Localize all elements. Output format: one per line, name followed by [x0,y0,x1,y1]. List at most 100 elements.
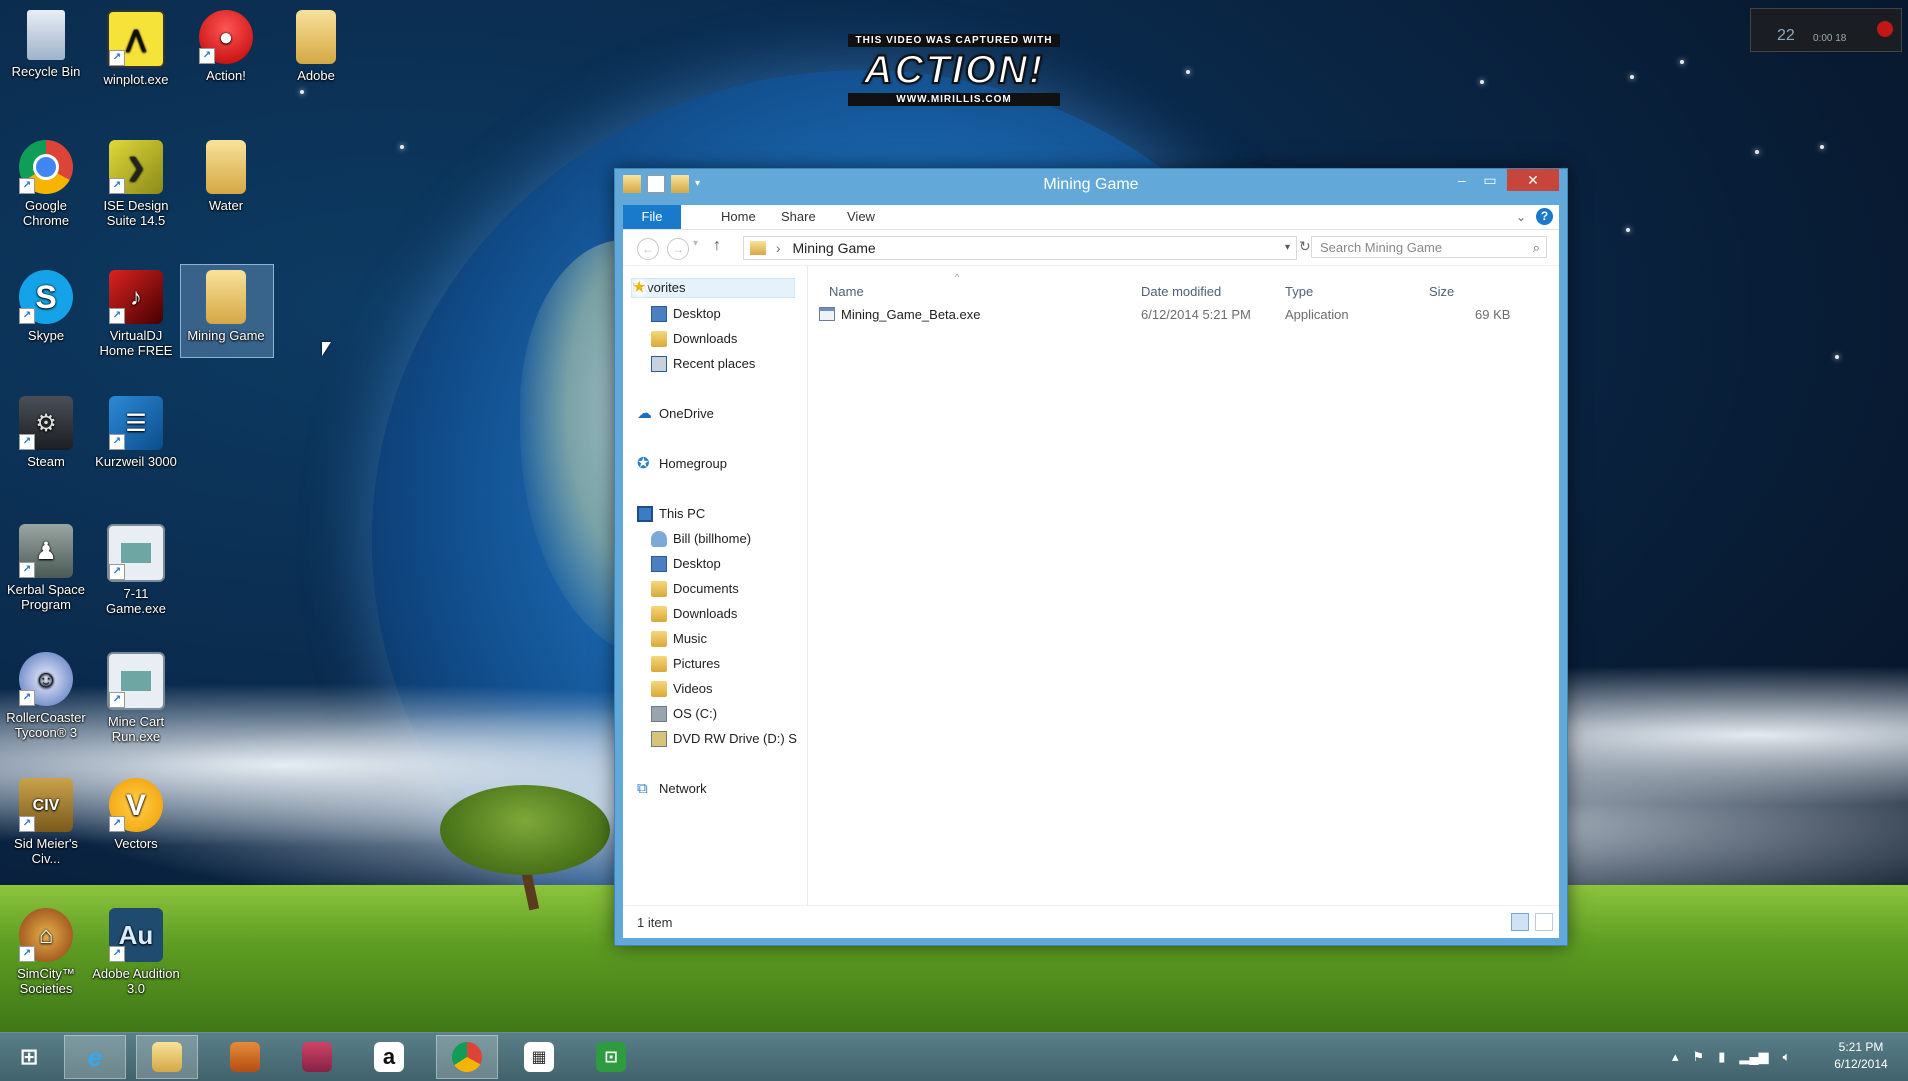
winplot-icon: ⋀ ↗ [107,10,165,68]
nav-item-downloads[interactable]: Downloads [651,329,737,349]
nav-item-dvd-drive[interactable]: DVD RW Drive (D:) S [651,729,807,749]
folder-icon [206,270,246,324]
taskbar-chrome[interactable] [436,1035,498,1079]
taskbar-amazon[interactable]: a [358,1035,420,1079]
desktop-icon-mining-game[interactable]: Mining Game [180,264,274,358]
desktop-icon-ise-design-suite[interactable]: ❯ ↗ ISE Design Suite 14.5 [92,140,180,228]
volume-icon[interactable]: 🔈︎ [1783,1049,1791,1065]
back-button[interactable]: ← [637,238,659,260]
desktop-icon-kerbal[interactable]: ♟ ↗ Kerbal Space Program [2,524,90,612]
nav-item-user[interactable]: Bill (billhome) [651,529,751,549]
breadcrumb-current[interactable]: Mining Game [792,240,875,256]
downloads-folder-icon [651,331,667,347]
nav-item-documents[interactable]: Documents [651,579,739,599]
tab-share[interactable]: Share [767,205,830,229]
desktop-icon-google-chrome[interactable]: ↗ Google Chrome [2,140,90,228]
search-icon[interactable]: ⌕ [1533,237,1540,259]
address-bar[interactable]: › Mining Game ▾ [743,236,1297,260]
file-list-pane: ^ Name Date modified Type Size Mining_Ga… [807,266,1559,906]
taskbar-store[interactable]: ⊡ [580,1035,642,1079]
column-header-type[interactable]: Type [1285,284,1313,299]
item-count: 1 item [637,915,673,930]
desktop-icon-adobe[interactable]: Adobe [272,10,360,83]
amazon-icon: a [374,1042,404,1072]
start-button[interactable]: ⊞ [0,1035,58,1079]
expand-ribbon-chevron-icon[interactable]: ⌄ [1516,210,1526,224]
desktop-icon-steam[interactable]: ⚙ ↗ Steam [2,396,90,469]
tab-home[interactable]: Home [707,205,770,229]
tab-file[interactable]: File [623,205,681,229]
desktop-icon-label: winplot.exe [103,72,169,87]
show-hidden-icons-chevron-icon[interactable]: ▴ [1672,1049,1679,1065]
taskbar-internet-explorer[interactable]: e [64,1035,126,1079]
desktop: Recycle Bin ⋀ ↗ winplot.exe ● ↗ Action! Ad… [0,0,1908,1032]
desktop-icon-recycle-bin[interactable]: Recycle Bin [2,10,90,79]
nav-item-this-pc[interactable]: This PC [637,504,705,524]
column-header-name[interactable]: Name [829,284,864,299]
nav-item-pc-downloads[interactable]: Downloads [651,604,737,624]
help-icon[interactable]: ? [1536,208,1553,225]
close-button[interactable]: ✕ [1507,169,1559,191]
desktop-icon-mine-cart-run[interactable]: ↗ Mine Cart Run.exe [92,652,180,744]
large-icons-view-button[interactable] [1535,913,1553,931]
watermark-logo: ACTION! [863,47,1045,93]
start-icon: ⊞ [19,1044,39,1069]
desktop-icon-label: Mining Game [187,328,265,343]
nav-label: Recent places [673,356,756,371]
taskbar-apps[interactable]: ▦ [508,1035,570,1079]
network-signal-icon[interactable]: ▂▄▆ [1739,1049,1768,1065]
tab-view[interactable]: View [833,205,889,229]
taskbar-app-1[interactable] [214,1035,276,1079]
search-placeholder: Search Mining Game [1320,240,1443,255]
desktop-icon-adobe-audition[interactable]: Au ↗ Adobe Audition 3.0 [92,908,180,996]
taskbar: ⊞ e a ▦ ⊡ ▴ ⚑ ▮ ▂▄▆ 🔈︎ 5:21 PM 6/12/2014 [0,1032,1908,1081]
minimize-button[interactable]: – [1449,169,1475,191]
battery-icon[interactable]: ▮ [1718,1049,1725,1065]
desktop-icon-7-11-game[interactable]: ↗ 7-11 Game.exe [92,524,180,616]
clock[interactable]: 5:21 PM 6/12/2014 [1820,1039,1902,1073]
up-arrow-icon[interactable]: ↑ [713,237,721,255]
nav-item-desktop[interactable]: Desktop [651,304,721,324]
network-icon: ⧉ [637,780,648,797]
forward-button[interactable]: → [667,238,689,260]
nav-item-homegroup[interactable]: ✪ Homegroup [637,454,727,474]
taskbar-file-explorer[interactable] [136,1035,198,1079]
desktop-icon-winplot[interactable]: ⋀ ↗ winplot.exe [92,10,180,87]
desktop-icon-skype[interactable]: S ↗ Skype [2,270,90,343]
maximize-button[interactable]: ▭ [1477,169,1503,191]
nav-item-music[interactable]: Music [651,629,707,649]
desktop-icon-kurzweil[interactable]: ☰ ↗ Kurzweil 3000 [92,396,180,469]
nav-item-onedrive[interactable]: ☁ OneDrive [637,404,714,424]
action-center-flag-icon[interactable]: ⚑ [1693,1049,1705,1065]
column-header-size[interactable]: Size [1429,284,1454,299]
address-dropdown-chevron-icon[interactable]: ▾ [1285,237,1290,259]
nav-label: Desktop [673,556,721,571]
nav-item-network[interactable]: ⧉ Network [637,779,707,799]
desktop-icon [651,306,667,322]
file-row[interactable]: Mining_Game_Beta.exe 6/12/2014 5:21 PM A… [815,304,1535,326]
nav-item-videos[interactable]: Videos [651,679,713,699]
nav-item-pictures[interactable]: Pictures [651,654,720,674]
title-bar[interactable]: ▾ Mining Game – ▭ ✕ [615,169,1567,201]
column-header-date-modified[interactable]: Date modified [1141,284,1221,299]
nav-item-recent-places[interactable]: Recent places [651,354,755,374]
taskbar-app-2[interactable] [286,1035,348,1079]
nav-item-os-c[interactable]: OS (C:) [651,704,717,724]
desktop-icon-rollercoaster-tycoon[interactable]: ☺ ↗ RollerCoaster Tycoon® 3 [2,652,90,740]
breadcrumb-separator-icon: › [775,240,781,256]
recent-locations-chevron-icon[interactable]: ▾ [693,238,698,249]
desktop-icon-virtualdj[interactable]: ♪ ↗ VirtualDJ Home FREE [92,270,180,358]
details-view-button[interactable] [1511,913,1529,931]
desktop-icon-simcity[interactable]: ⌂ ↗ SimCity™ Societies [2,908,90,996]
desktop-icon-civ[interactable]: CIV ↗ Sid Meier's Civ... [2,778,90,866]
refresh-icon[interactable]: ↻ [1299,238,1311,255]
desktop-icon-action[interactable]: ● ↗ Action! [182,10,270,83]
nav-item-favorites[interactable]: ★ Favorites [631,278,795,298]
meter-sub: 0:00 18 [1813,33,1847,44]
desktop-icon-vectors[interactable]: V ↗ Vectors [92,778,180,851]
nav-item-pc-desktop[interactable]: Desktop [651,554,721,574]
desktop-icon-water[interactable]: Water [182,140,270,213]
file-explorer-window[interactable]: ▾ Mining Game – ▭ ✕ File Home Share View… [614,168,1568,946]
search-input[interactable]: Search Mining Game ⌕ [1311,236,1547,258]
recording-meter: 22 0:00 18 [1750,8,1902,52]
